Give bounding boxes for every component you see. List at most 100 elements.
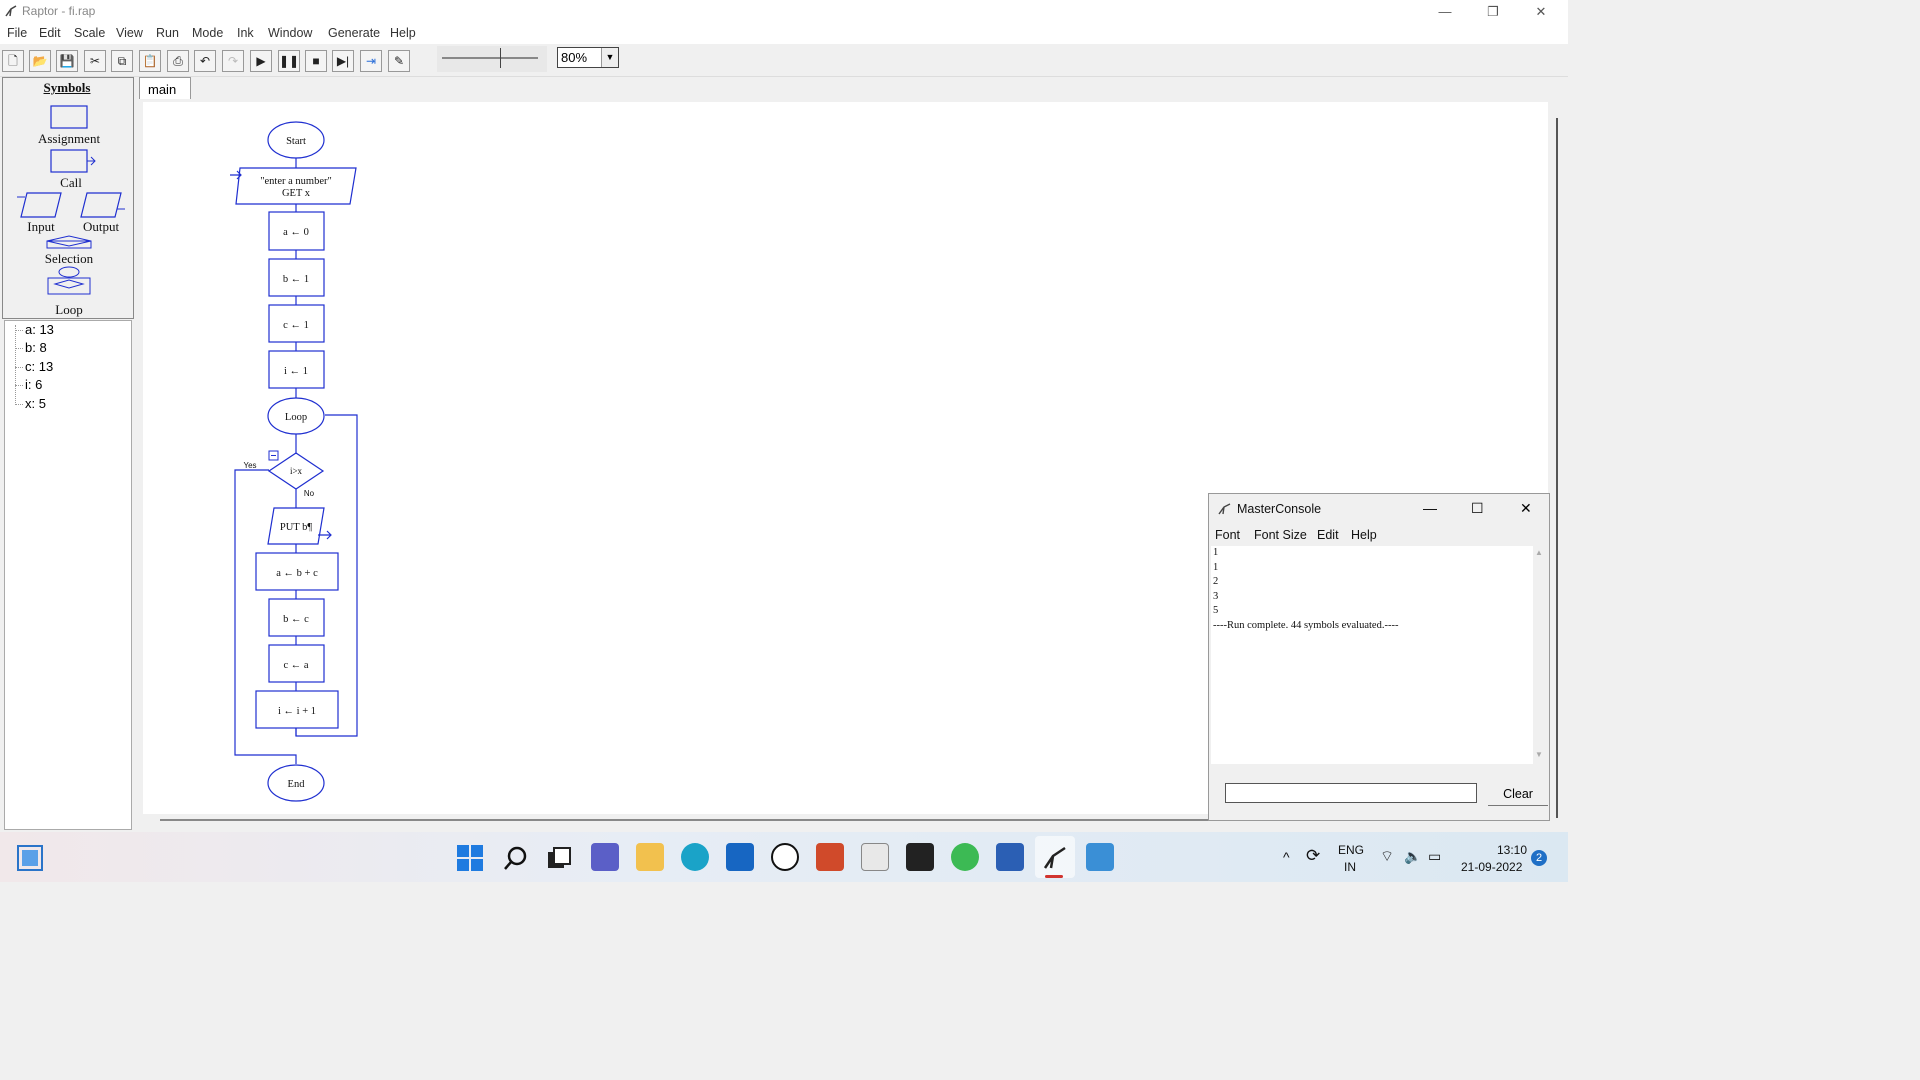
notification-badge[interactable]: 2 <box>1531 850 1547 866</box>
i1-label: i ← 1 <box>284 366 308 377</box>
menu-generate[interactable]: Generate <box>328 26 380 40</box>
variable-item[interactable]: x: 5 <box>25 396 46 411</box>
loop-symbol-icon[interactable] <box>45 266 93 300</box>
speed-slider-thumb[interactable] <box>500 48 507 68</box>
chrome-icon[interactable] <box>951 843 979 871</box>
variable-item[interactable]: c: 13 <box>25 359 53 374</box>
step-icon[interactable]: ▶| <box>332 50 354 72</box>
minimize-button[interactable]: — <box>1422 0 1468 24</box>
clock-date[interactable]: 21-09-2022 <box>1461 860 1522 874</box>
file-explorer-icon[interactable] <box>636 843 664 871</box>
print-icon[interactable]: ⎙ <box>167 50 189 72</box>
menu-file[interactable]: File <box>7 26 27 40</box>
sync-icon[interactable]: ⟳ <box>1306 846 1320 866</box>
close-button[interactable]: ✕ <box>1518 0 1564 24</box>
task-switch-icon[interactable] <box>546 846 572 872</box>
zoom-value: 80% <box>561 50 588 65</box>
vertical-scrollbar[interactable] <box>1550 100 1568 830</box>
console-menu-font-size[interactable]: Font Size <box>1254 528 1307 542</box>
c1-label: c ← 1 <box>283 320 309 331</box>
wifi-icon[interactable]: ⌔ <box>1380 847 1394 866</box>
console-line: 1 <box>1213 547 1219 558</box>
variable-item[interactable]: b: 8 <box>25 340 47 355</box>
undo-icon[interactable]: ↶ <box>194 50 216 72</box>
no-label: No <box>304 489 315 498</box>
console-menu-help[interactable]: Help <box>1351 528 1377 542</box>
chevron-up-icon[interactable]: ^ <box>1283 849 1290 865</box>
paste-icon[interactable]: 📋 <box>139 50 161 72</box>
raptor-taskbar-icon[interactable] <box>1041 844 1069 872</box>
console-scrollbar[interactable]: ▲ ▼ <box>1533 546 1547 764</box>
open-folder-icon[interactable]: 📂 <box>29 50 51 72</box>
speed-slider-track[interactable] <box>442 57 538 59</box>
scroll-up-icon[interactable]: ▲ <box>1535 548 1543 557</box>
menu-run[interactable]: Run <box>156 26 179 40</box>
clock-time[interactable]: 13:10 <box>1497 843 1527 857</box>
word-icon[interactable] <box>996 843 1024 871</box>
edge-icon[interactable] <box>681 843 709 871</box>
photos-icon[interactable] <box>1086 843 1114 871</box>
loop-label: Loop <box>55 302 83 317</box>
title-bar: Raptor - fi.rap — ❐ ✕ <box>0 0 1568 24</box>
console-output[interactable]: 1 1 2 3 5 ----Run complete. 44 symbols e… <box>1211 546 1533 764</box>
battery-icon[interactable]: ▭ <box>1428 848 1441 865</box>
app-icon[interactable] <box>816 843 844 871</box>
console-close-button[interactable]: ✕ <box>1520 500 1532 517</box>
console-maximize-button[interactable]: ☐ <box>1471 500 1484 517</box>
assignment-symbol-icon[interactable] <box>49 104 89 132</box>
variable-item[interactable]: i: 6 <box>25 377 42 392</box>
stop-icon[interactable]: ■ <box>305 50 327 72</box>
scrollbar-thumb[interactable] <box>1556 118 1558 818</box>
mail-icon[interactable] <box>726 843 754 871</box>
chat-icon[interactable] <box>591 843 619 871</box>
menu-window[interactable]: Window <box>268 26 312 40</box>
variable-item[interactable]: a: 13 <box>25 322 54 337</box>
menu-view[interactable]: View <box>116 26 143 40</box>
run-to-cursor-icon[interactable]: ⇥ <box>360 50 382 72</box>
cut-icon[interactable]: ✂ <box>84 50 106 72</box>
selection-symbol-icon[interactable] <box>45 235 93 251</box>
chevron-down-icon[interactable]: ▼ <box>601 48 618 67</box>
search-icon[interactable] <box>503 845 529 871</box>
input-symbol-icon[interactable] <box>13 191 65 221</box>
tab-main[interactable]: main <box>139 77 191 99</box>
pen-icon[interactable]: ✎ <box>388 50 410 72</box>
input-prompt-label: "enter a number" <box>260 176 332 187</box>
start-icon[interactable] <box>456 844 484 872</box>
dell-icon[interactable] <box>771 843 799 871</box>
menu-mode[interactable]: Mode <box>192 26 223 40</box>
menu-bar: File Edit Scale View Run Mode Ink Window… <box>0 24 1568 44</box>
console-menu-font[interactable]: Font <box>1215 528 1240 542</box>
lang-label[interactable]: ENG <box>1338 843 1364 857</box>
new-file-icon[interactable]: 🗋 <box>2 50 24 72</box>
volume-icon[interactable]: 🔈 <box>1404 848 1421 865</box>
master-console-window: MasterConsole — ☐ ✕ Font Font Size Edit … <box>1208 493 1550 821</box>
copy-icon[interactable]: ⧉ <box>111 50 133 72</box>
console-menu-edit[interactable]: Edit <box>1317 528 1339 542</box>
region-label[interactable]: IN <box>1344 860 1356 874</box>
output-symbol-icon[interactable] <box>77 191 129 221</box>
save-icon[interactable]: 💾 <box>56 50 78 72</box>
menu-ink[interactable]: Ink <box>237 26 254 40</box>
console-input[interactable] <box>1225 783 1477 803</box>
redo-icon[interactable]: ↷ <box>222 50 244 72</box>
input-label: Input <box>27 219 55 234</box>
task-view-icon[interactable] <box>17 845 43 871</box>
play-icon[interactable]: ▶ <box>250 50 272 72</box>
pause-icon[interactable]: ❚❚ <box>278 50 300 72</box>
store-icon[interactable] <box>861 843 889 871</box>
variables-panel: a: 13 b: 8 c: 13 i: 6 x: 5 <box>4 320 132 830</box>
menu-scale[interactable]: Scale <box>74 26 105 40</box>
restore-button[interactable]: ❐ <box>1470 0 1516 24</box>
ca-label: c ← a <box>283 660 308 671</box>
bc-label: b ← c <box>283 614 309 625</box>
menu-edit[interactable]: Edit <box>39 26 61 40</box>
active-indicator <box>1045 875 1063 878</box>
console-minimize-button[interactable]: — <box>1423 500 1437 516</box>
zoom-select[interactable]: 80% ▼ <box>557 47 619 68</box>
call-symbol-icon[interactable] <box>49 148 103 176</box>
scroll-down-icon[interactable]: ▼ <box>1535 750 1543 759</box>
terminal-icon[interactable] <box>906 843 934 871</box>
menu-help[interactable]: Help <box>390 26 416 40</box>
clear-button[interactable]: Clear <box>1488 783 1548 806</box>
